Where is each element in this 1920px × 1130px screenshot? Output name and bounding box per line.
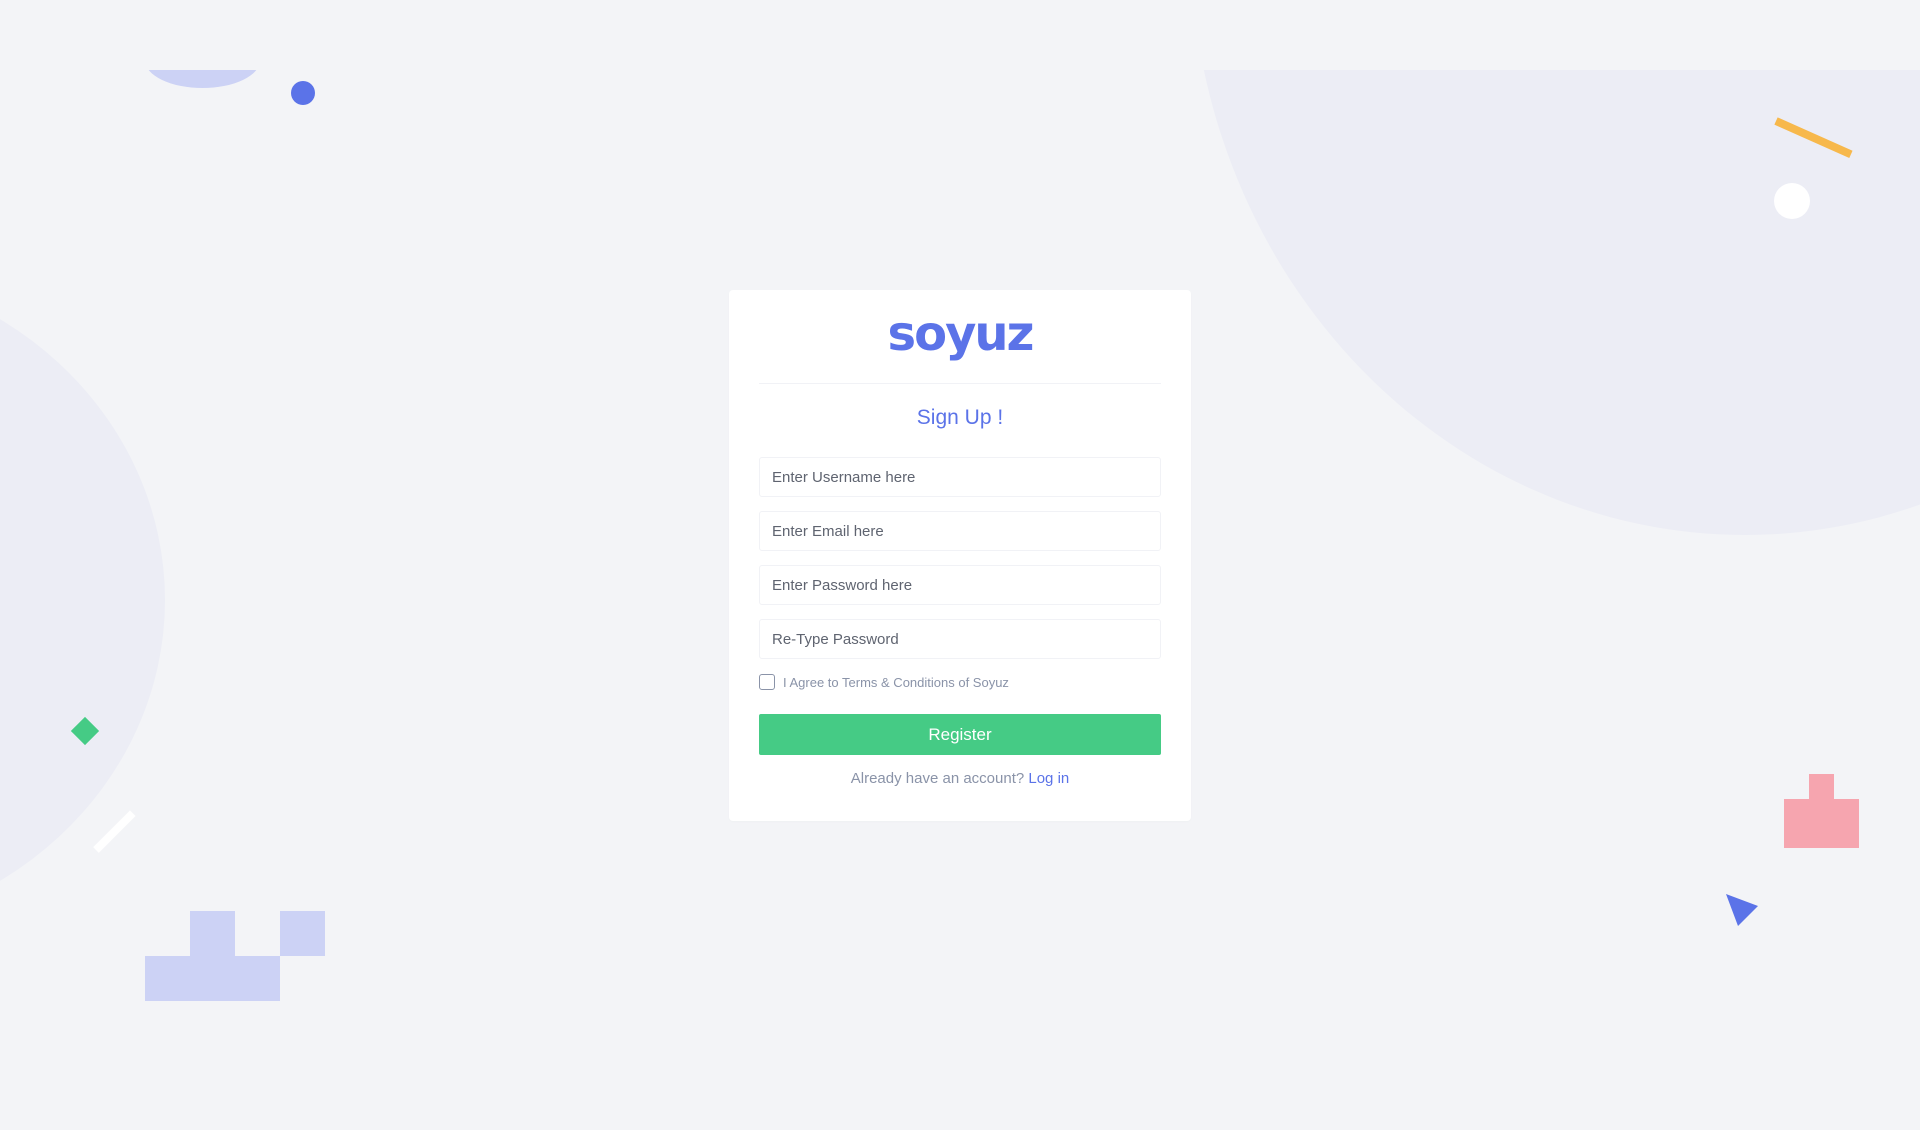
- white-bar-shape: [93, 810, 136, 853]
- login-link[interactable]: Log in: [1028, 770, 1069, 787]
- pink-block-shape: [1784, 799, 1859, 848]
- lavender-block-shape: [145, 956, 280, 1001]
- terms-checkbox[interactable]: [759, 674, 775, 690]
- logo-divider: [759, 383, 1161, 384]
- background-circle-left: [0, 265, 165, 935]
- background-circle-right: [1190, 0, 1920, 535]
- blue-dot-shape: [291, 81, 315, 105]
- top-band: [0, 0, 1920, 70]
- white-dot-shape: [1774, 183, 1810, 219]
- lavender-block-shape: [280, 911, 325, 956]
- retype-password-input[interactable]: [759, 619, 1161, 659]
- terms-label[interactable]: I Agree to Terms & Conditions of Soyuz: [783, 675, 1009, 690]
- terms-agreement[interactable]: I Agree to Terms & Conditions of Soyuz: [759, 674, 1009, 690]
- half-circle-shape: [145, 20, 260, 88]
- signup-page: soyuz Sign Up ! I Agree to Terms & Condi…: [0, 0, 1920, 1130]
- login-prompt-text: Already have an account?: [850, 770, 1029, 787]
- form-title: Sign Up !: [916, 406, 1004, 429]
- login-prompt-row: Already have an account? Log in: [729, 770, 1191, 787]
- username-input[interactable]: [759, 457, 1161, 497]
- brand-logo[interactable]: soyuz: [729, 306, 1191, 362]
- lavender-block-shape: [190, 911, 235, 956]
- register-button[interactable]: Register: [759, 714, 1161, 755]
- password-input[interactable]: [759, 565, 1161, 605]
- blue-triangle-shape: [1726, 894, 1760, 933]
- email-input[interactable]: [759, 511, 1161, 551]
- signup-card: soyuz Sign Up ! I Agree to Terms & Condi…: [729, 290, 1191, 821]
